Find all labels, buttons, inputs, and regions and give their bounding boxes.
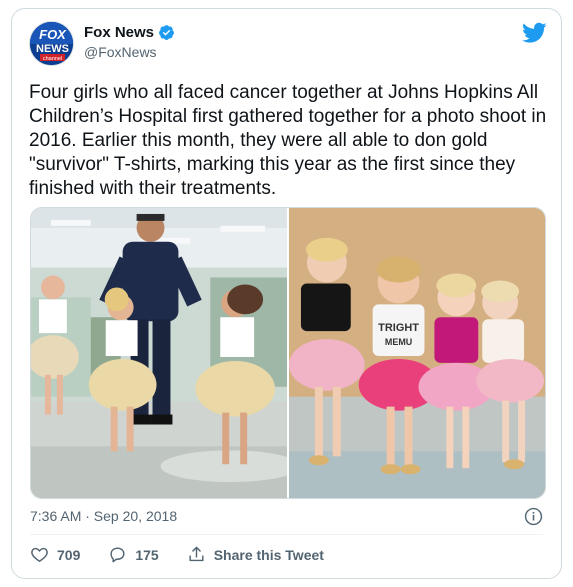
avatar-channel-text: channel xyxy=(43,56,62,62)
avatar-fox-text: FOX xyxy=(39,27,67,42)
like-count: 709 xyxy=(57,546,81,563)
reply-count: 175 xyxy=(135,546,159,563)
tweet-timestamp[interactable]: 7:36 AM · Sep 20, 2018 xyxy=(30,508,177,524)
share-icon xyxy=(189,546,204,562)
reply-icon xyxy=(110,547,125,563)
tweet-actions: 709 175 Share this Tweet xyxy=(30,545,352,564)
tweet-card: FOX NEWS channel Fox News @FoxNews Four … xyxy=(11,8,562,579)
reply-button[interactable]: 175 xyxy=(108,545,159,564)
verified-badge-icon xyxy=(159,25,174,40)
avatar-news-text: NEWS xyxy=(36,43,69,55)
tweet-media[interactable]: TRIGHT MEMU xyxy=(30,207,546,499)
twitter-bird-icon[interactable] xyxy=(522,22,547,44)
share-label: Share this Tweet xyxy=(213,546,324,563)
avatar[interactable]: FOX NEWS channel xyxy=(29,21,74,66)
shirt-text-1: TRIGHT xyxy=(378,322,419,334)
author-name-row[interactable]: Fox News xyxy=(84,24,175,41)
like-button[interactable]: 709 xyxy=(30,545,80,564)
photo-four-girls[interactable]: TRIGHT MEMU xyxy=(289,208,545,498)
info-icon[interactable] xyxy=(524,507,543,526)
tweet-text: Four girls who all faced cancer together… xyxy=(29,82,547,199)
display-name[interactable]: Fox News xyxy=(84,24,154,41)
heart-icon xyxy=(31,547,48,563)
handle[interactable]: @FoxNews xyxy=(84,44,157,60)
divider xyxy=(30,534,543,535)
photo-officer-dancing[interactable] xyxy=(31,208,287,498)
share-button[interactable]: Share this Tweet xyxy=(187,545,324,564)
shirt-text-2: MEMU xyxy=(385,337,412,347)
